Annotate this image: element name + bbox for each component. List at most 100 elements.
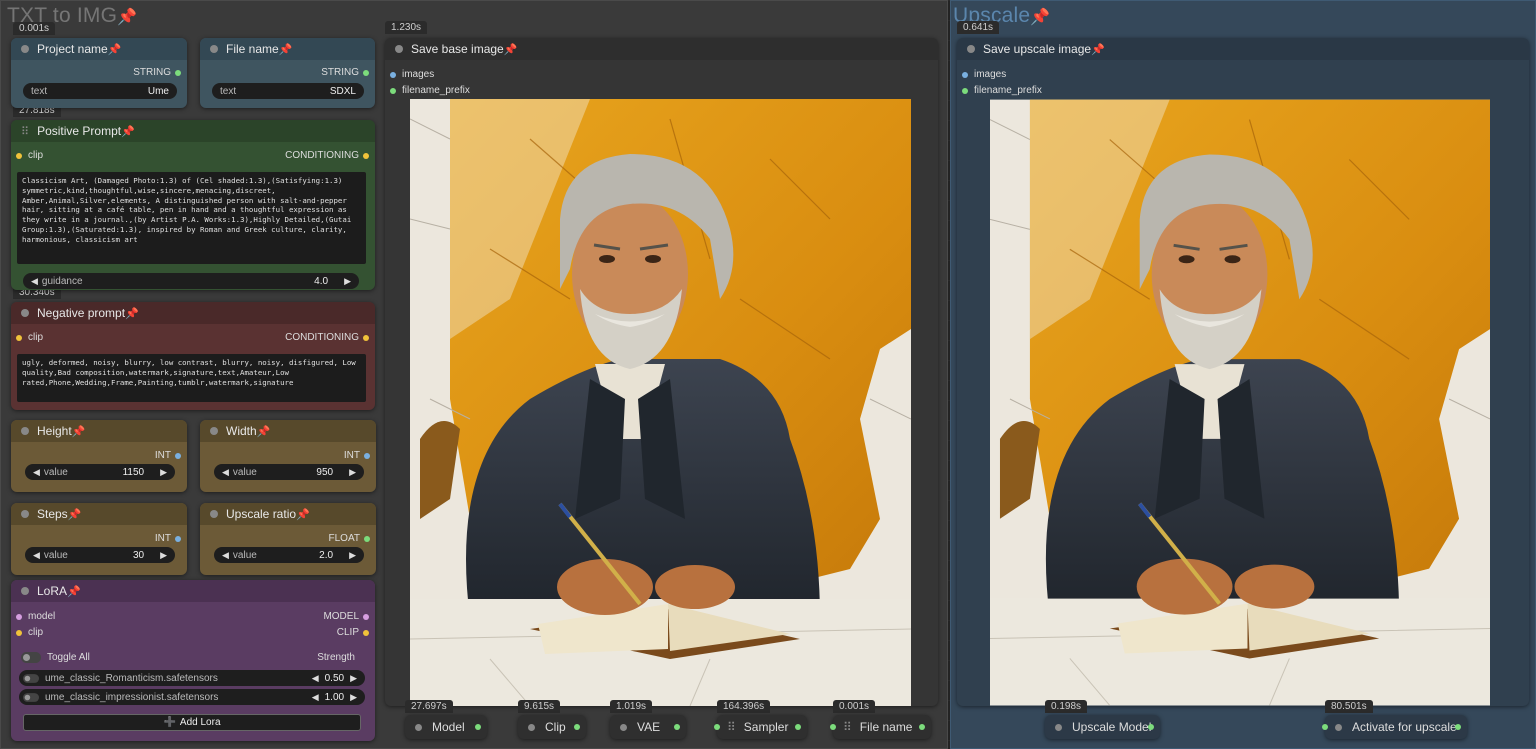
- socket-icon[interactable]: [363, 334, 369, 341]
- lora-name[interactable]: ume_classic_impressionist.safetensors: [45, 692, 218, 703]
- socket-icon[interactable]: [364, 452, 370, 459]
- add-lora-button[interactable]: ➕ Add Lora: [23, 714, 361, 731]
- node-dot-icon[interactable]: [21, 427, 29, 435]
- node-dot-icon[interactable]: [395, 45, 403, 53]
- output-int[interactable]: INT: [155, 450, 181, 461]
- output-int[interactable]: INT: [155, 533, 181, 544]
- input-clip[interactable]: clip: [16, 627, 43, 638]
- output-model[interactable]: MODEL: [323, 611, 369, 622]
- project-name-node[interactable]: Project name 📌 STRING text Ume: [11, 38, 187, 108]
- arrow-right-icon[interactable]: ▶: [344, 276, 351, 287]
- toggle-icon[interactable]: [21, 652, 41, 663]
- node-dot-icon[interactable]: [21, 309, 29, 317]
- output-string[interactable]: STRING: [321, 67, 369, 78]
- node-header[interactable]: Project name 📌: [11, 38, 187, 60]
- node-header[interactable]: Height 📌: [11, 420, 187, 442]
- value-widget[interactable]: ◀ value 950 ▶: [214, 464, 364, 480]
- vae-node[interactable]: VAE: [610, 715, 686, 739]
- arrow-right-icon[interactable]: ▶: [349, 467, 356, 478]
- node-header[interactable]: LoRA 📌: [11, 580, 375, 602]
- socket-icon[interactable]: [16, 613, 22, 620]
- socket-icon[interactable]: [363, 629, 369, 636]
- node-header[interactable]: Save upscale image 📌: [957, 38, 1529, 60]
- socket-icon[interactable]: [795, 724, 801, 730]
- output-conditioning[interactable]: CONDITIONING: [285, 332, 369, 343]
- node-dot-icon[interactable]: [620, 723, 627, 731]
- socket-icon[interactable]: [714, 724, 720, 730]
- grip-icon[interactable]: ⠿: [21, 125, 29, 138]
- socket-icon[interactable]: [175, 535, 181, 542]
- guidance-widget[interactable]: ◀ guidance 4.0 ▶: [23, 273, 359, 289]
- node-header[interactable]: Save base image 📌: [385, 38, 938, 60]
- text-widget[interactable]: text Ume: [23, 83, 177, 99]
- widget-value[interactable]: 30: [133, 550, 144, 561]
- output-conditioning[interactable]: CONDITIONING: [285, 150, 369, 161]
- upscale-image-preview[interactable]: [990, 99, 1490, 706]
- socket-icon[interactable]: [16, 629, 22, 636]
- socket-icon[interactable]: [390, 87, 396, 94]
- base-image-preview[interactable]: [410, 99, 911, 706]
- node-dot-icon[interactable]: [21, 45, 29, 53]
- socket-icon[interactable]: [175, 69, 181, 76]
- socket-icon[interactable]: [363, 613, 369, 620]
- upscale-ratio-node[interactable]: Upscale ratio 📌 FLOAT ◀ value 2.0 ▶: [200, 503, 376, 575]
- arrow-right-icon[interactable]: ▶: [160, 550, 167, 561]
- arrow-left-icon[interactable]: ◀: [33, 550, 40, 561]
- socket-icon[interactable]: [1322, 724, 1328, 730]
- node-header[interactable]: File name 📌: [200, 38, 375, 60]
- node-header[interactable]: ⠿ Positive Prompt 📌: [11, 120, 375, 142]
- socket-icon[interactable]: [1148, 724, 1154, 730]
- node-dot-icon[interactable]: [21, 587, 29, 595]
- arrow-right-icon[interactable]: ▶: [350, 673, 357, 684]
- prompt-textarea[interactable]: Classicism Art, (Damaged Photo:1.3) of (…: [17, 172, 366, 264]
- widget-value[interactable]: 2.0: [319, 550, 333, 561]
- file-name-output-node[interactable]: ⠿ File name: [830, 715, 931, 739]
- value-widget[interactable]: ◀ value 30 ▶: [25, 547, 175, 563]
- socket-icon[interactable]: [1455, 724, 1461, 730]
- positive-prompt-node[interactable]: ⠿ Positive Prompt 📌 clip CONDITIONING Cla…: [11, 120, 375, 290]
- output-clip[interactable]: CLIP: [337, 627, 369, 638]
- toggle-all-row[interactable]: Toggle All: [21, 652, 90, 663]
- lora-row[interactable]: ume_classic_Romanticism.safetensors ◀ 0.…: [19, 670, 365, 686]
- value-widget[interactable]: ◀ value 2.0 ▶: [214, 547, 364, 563]
- socket-icon[interactable]: [16, 334, 22, 341]
- prompt-textarea[interactable]: ugly, deformed, noisy, blurry, low contr…: [17, 354, 366, 402]
- socket-icon[interactable]: [390, 71, 396, 78]
- lora-row[interactable]: ume_classic_impressionist.safetensors ◀ …: [19, 689, 365, 705]
- height-node[interactable]: Height 📌 INT ◀ value 1150 ▶: [11, 420, 187, 492]
- input-images[interactable]: images: [962, 69, 1006, 80]
- toggle-icon[interactable]: [23, 673, 39, 683]
- arrow-left-icon[interactable]: ◀: [222, 467, 229, 478]
- upscale-model-node[interactable]: Upscale Model: [1045, 715, 1160, 739]
- node-header[interactable]: Width 📌: [200, 420, 376, 442]
- node-dot-icon[interactable]: [210, 427, 218, 435]
- widget-value[interactable]: 4.0: [314, 276, 328, 287]
- arrow-right-icon[interactable]: ▶: [160, 467, 167, 478]
- socket-icon[interactable]: [364, 535, 370, 542]
- lora-name[interactable]: ume_classic_Romanticism.safetensors: [45, 673, 218, 684]
- widget-value[interactable]: SDXL: [330, 86, 356, 97]
- arrow-right-icon[interactable]: ▶: [349, 550, 356, 561]
- steps-node[interactable]: Steps 📌 INT ◀ value 30 ▶: [11, 503, 187, 575]
- text-widget[interactable]: text SDXL: [212, 83, 364, 99]
- arrow-left-icon[interactable]: ◀: [31, 276, 38, 287]
- widget-value[interactable]: Ume: [148, 86, 169, 97]
- socket-icon[interactable]: [830, 724, 836, 730]
- node-dot-icon[interactable]: [967, 45, 975, 53]
- arrow-left-icon[interactable]: ◀: [312, 692, 319, 703]
- node-dot-icon[interactable]: [210, 45, 218, 53]
- lora-strength[interactable]: 0.50: [325, 673, 344, 684]
- socket-icon[interactable]: [363, 69, 369, 76]
- arrow-right-icon[interactable]: ▶: [350, 692, 357, 703]
- node-dot-icon[interactable]: [21, 510, 29, 518]
- node-header[interactable]: Steps 📌: [11, 503, 187, 525]
- width-node[interactable]: Width 📌 INT ◀ value 950 ▶: [200, 420, 376, 492]
- widget-value[interactable]: 1150: [123, 467, 145, 478]
- node-dot-icon[interactable]: [1335, 723, 1342, 731]
- model-node[interactable]: Model: [405, 715, 487, 739]
- negative-prompt-node[interactable]: Negative prompt 📌 clip CONDITIONING ugly,…: [11, 302, 375, 410]
- input-filename-prefix[interactable]: filename_prefix: [962, 85, 1042, 96]
- input-clip[interactable]: clip: [16, 150, 43, 161]
- node-dot-icon[interactable]: [415, 723, 422, 731]
- grip-icon[interactable]: ⠿: [843, 720, 852, 734]
